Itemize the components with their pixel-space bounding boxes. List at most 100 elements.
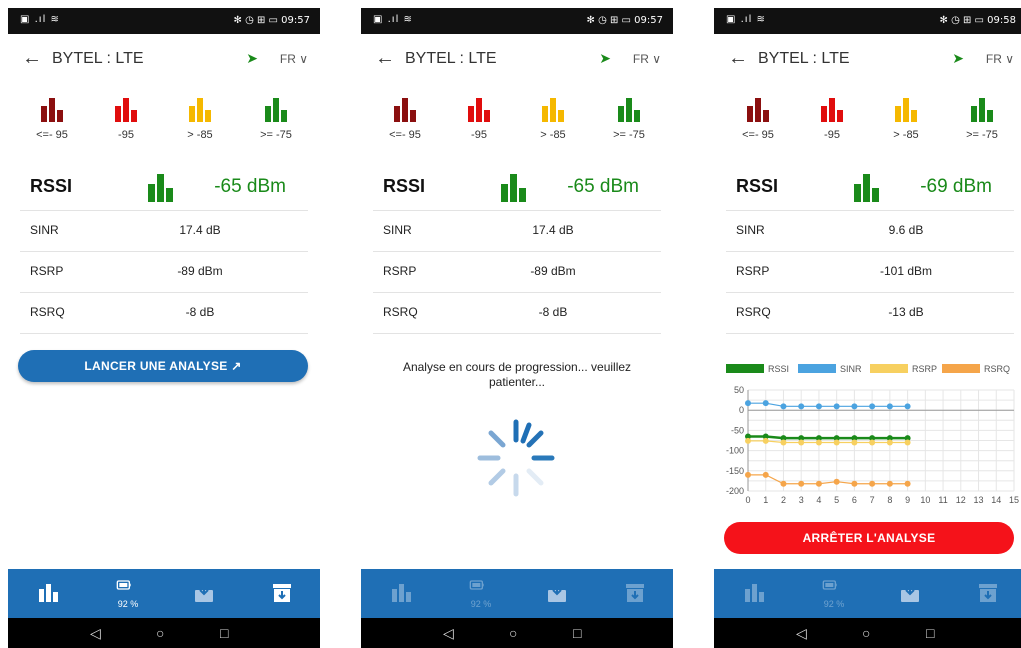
x-tick-label: 2 (781, 495, 786, 505)
bottom-nav: 92 % (8, 569, 320, 618)
data-point-rsrp (762, 437, 769, 444)
rssi-row: RSSI -69 dBm (726, 168, 1014, 211)
loading-spinner-icon (477, 419, 555, 497)
data-point-sinr (851, 403, 858, 410)
metric-row-sinr: SINR 9.6 dB (726, 210, 1014, 252)
legend-label: RSSI (768, 364, 789, 374)
status-bar: ▣ .ıl ≋ ✻ ◷ ⊞ ▭ 09:57 (8, 8, 320, 34)
legend-item-medium: > -85 (876, 98, 936, 141)
y-tick-label: 50 (734, 385, 744, 395)
download-icon[interactable] (545, 581, 569, 605)
data-point-rsrq (798, 480, 805, 487)
signal-bars-icon (41, 98, 63, 122)
language-label: FR (279, 52, 296, 66)
data-point-rsrq (833, 478, 840, 485)
x-tick-label: 3 (799, 495, 804, 505)
rssi-value: -65 dBm (214, 176, 286, 197)
nav-back-icon[interactable]: ◁ (90, 625, 101, 642)
battery-icon[interactable] (116, 577, 132, 593)
signal-legend: <=- 95 -95 > -85 >= -75 (714, 98, 1021, 148)
signal-bars-icon (895, 98, 917, 122)
y-tick-label: -100 (726, 446, 744, 456)
metric-value: -101 dBm (879, 264, 933, 278)
legend-item-good: >= -75 (599, 98, 659, 141)
data-point-rsrp (851, 439, 858, 446)
legend-swatch (798, 364, 836, 373)
metric-row-sinr: SINR 17.4 dB (373, 210, 661, 252)
nav-recents-icon[interactable]: □ (573, 625, 581, 641)
archive-icon[interactable] (623, 581, 647, 605)
x-tick-label: 13 (974, 495, 984, 505)
language-selector[interactable]: FR ∨ (986, 52, 1014, 66)
rssi-row: RSSI -65 dBm (20, 168, 308, 211)
signal-bars-icon (747, 98, 769, 122)
nav-recents-icon[interactable]: □ (220, 625, 228, 641)
battery-icon[interactable] (822, 577, 838, 593)
metric-value: -8 dB (185, 305, 215, 319)
archive-icon[interactable] (270, 581, 294, 605)
signal-bars-icon[interactable] (742, 581, 766, 605)
metric-value: 9.6 dB (888, 223, 924, 237)
nav-back-icon[interactable]: ◁ (443, 625, 454, 642)
legend-label: -95 (118, 129, 134, 141)
metric-label: RSRP (383, 264, 417, 278)
download-icon[interactable] (192, 581, 216, 605)
metric-row-sinr: SINR 17.4 dB (20, 210, 308, 252)
nav-recents-icon[interactable]: □ (926, 625, 934, 641)
location-arrow-icon: ➤ (952, 50, 964, 66)
back-arrow-icon[interactable]: ← (728, 47, 748, 70)
battery-percent: 92 % (823, 599, 845, 609)
x-tick-label: 7 (870, 495, 875, 505)
metric-value: 17.4 dB (532, 223, 574, 237)
back-arrow-icon[interactable]: ← (22, 47, 42, 70)
metric-label: RSRQ (736, 305, 771, 319)
start-analysis-label: LANCER UNE ANALYSE (84, 359, 228, 373)
download-icon[interactable] (898, 581, 922, 605)
battery-icon[interactable] (469, 577, 485, 593)
data-point-sinr (798, 403, 805, 410)
legend-label: SINR (840, 364, 862, 374)
legend-item-weak: -95 (802, 98, 862, 141)
signal-legend: <=- 95 -95 > -85 >= -75 (361, 98, 673, 148)
archive-icon[interactable] (976, 581, 1000, 605)
x-tick-label: 0 (745, 495, 750, 505)
legend-label: >= -75 (260, 129, 292, 141)
signal-bars-icon (971, 98, 993, 122)
signal-bars-icon (854, 174, 879, 207)
x-tick-label: 15 (1009, 495, 1019, 505)
x-tick-label: 12 (956, 495, 966, 505)
data-point-rsrq (886, 480, 893, 487)
start-analysis-button[interactable]: LANCER UNE ANALYSE ↗ (18, 350, 308, 382)
data-point-sinr (780, 403, 787, 410)
signal-bars-icon[interactable] (36, 581, 60, 605)
x-tick-label: 6 (852, 495, 857, 505)
stop-analysis-button[interactable]: ARRÊTER L'ANALYSE (724, 522, 1014, 554)
series-line-rsrp (748, 440, 908, 444)
language-selector[interactable]: FR ∨ (280, 52, 308, 66)
bottom-nav: 92 % (361, 569, 673, 618)
series-line-sinr (748, 402, 908, 407)
signal-bars-icon[interactable] (389, 581, 413, 605)
status-icons-left: ▣ .ıl ≋ (373, 14, 413, 25)
status-bar: ▣ .ıl ≋ ✻ ◷ ⊞ ▭ 09:57 (361, 8, 673, 34)
data-point-rsrp (815, 439, 822, 446)
data-point-rsrq (815, 480, 822, 487)
data-point-sinr (745, 400, 751, 407)
data-point-sinr (869, 403, 876, 410)
nav-home-icon[interactable]: ○ (862, 625, 870, 641)
back-arrow-icon[interactable]: ← (375, 47, 395, 70)
metric-label: RSRQ (383, 305, 418, 319)
rssi-label: RSSI (736, 176, 779, 196)
nav-home-icon[interactable]: ○ (509, 625, 517, 641)
nav-home-icon[interactable]: ○ (156, 625, 164, 641)
nav-back-icon[interactable]: ◁ (796, 625, 807, 642)
data-point-rsrp (798, 439, 805, 446)
language-label: FR (985, 52, 1002, 66)
rssi-label: RSSI (30, 176, 73, 196)
page-title: BYTEL : LTE (758, 50, 850, 67)
series-line-rssi (748, 435, 908, 440)
signal-bars-icon (115, 98, 137, 122)
x-tick-label: 14 (991, 495, 1001, 505)
x-tick-label: 9 (905, 495, 910, 505)
language-selector[interactable]: FR ∨ (633, 52, 661, 66)
